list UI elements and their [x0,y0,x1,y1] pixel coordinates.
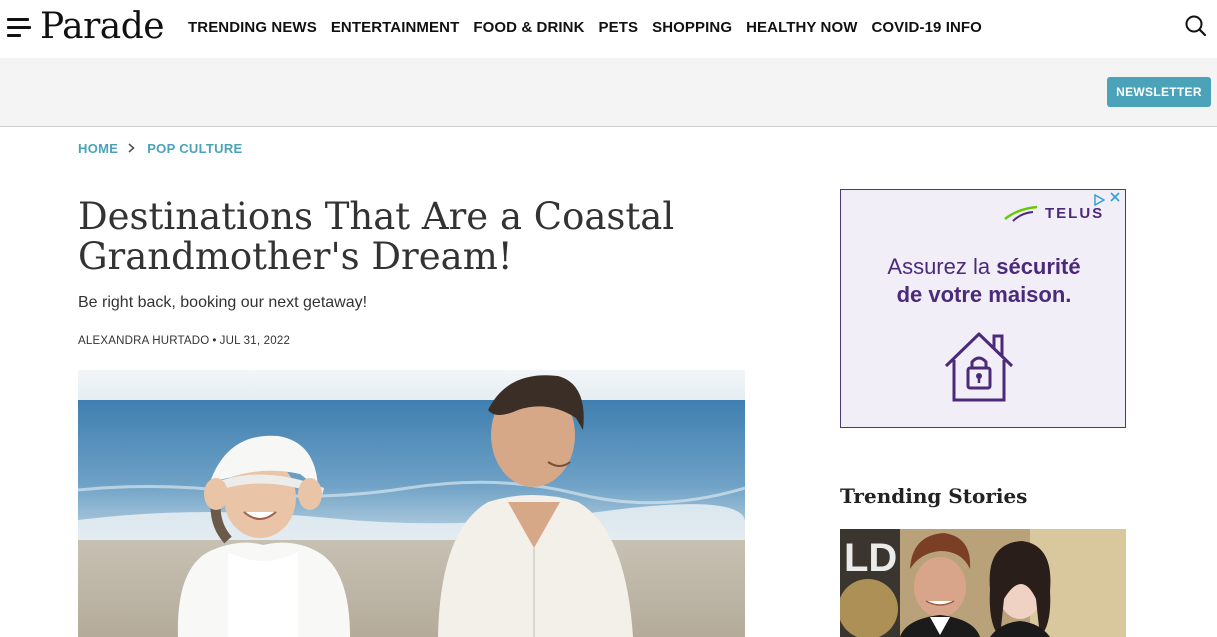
telus-logo-icon [1004,205,1038,222]
nav-item-entertainment[interactable]: ENTERTAINMENT [331,19,460,36]
top-navigation: Parade TRENDING NEWS ENTERTAINMENT FOOD … [0,0,1217,58]
article-title: Destinations That Are a Coastal Grandmot… [78,195,675,278]
ad-headline-bold: sécurité [996,254,1081,279]
breadcrumb-pop-culture[interactable]: POP CULTURE [147,141,242,156]
newsletter-band: NEWSLETTER [0,58,1217,127]
hero-image [78,370,745,637]
site-logo[interactable]: Parade [40,6,165,47]
nav-item-trending-news[interactable]: TRENDING NEWS [188,19,317,36]
trending-stories-heading: Trending Stories [840,484,1028,508]
nav-item-healthy-now[interactable]: HEALTHY NOW [746,19,857,36]
trending-story-image[interactable]: LD [840,529,1126,637]
nav-item-shopping[interactable]: SHOPPING [652,19,732,36]
nav-item-pets[interactable]: PETS [599,19,639,36]
ad-brand: TELUS [1003,203,1104,223]
article-subtitle: Be right back, booking our next getaway! [78,294,368,311]
nav-item-covid-info[interactable]: COVID-19 INFO [871,19,981,36]
search-icon[interactable] [1184,14,1208,38]
author-link[interactable]: ALEXANDRA HURTADO [78,335,209,347]
breadcrumb-home[interactable]: HOME [78,141,118,156]
menu-icon[interactable] [7,17,31,37]
main-nav: TRENDING NEWS ENTERTAINMENT FOOD & DRINK… [188,19,996,36]
close-icon[interactable] [1109,191,1121,206]
publish-date: JUL 31, 2022 [219,335,291,347]
ad-headline-plain: Assurez la [887,254,997,279]
svg-text:LD: LD [844,536,897,580]
newsletter-button[interactable]: NEWSLETTER [1107,77,1211,107]
ad-brand-name: TELUS [1045,204,1105,222]
ad-headline-line1: Assurez la sécurité [841,254,1127,280]
nav-item-food-drink[interactable]: FOOD & DRINK [473,19,584,36]
advertisement[interactable]: TELUS Assurez la sécurité de votre maiso… [840,189,1126,428]
ad-headline-line2: de votre maison. [896,282,1072,307]
article-byline: ALEXANDRA HURTADO • JUL 31, 2022 [78,335,291,347]
breadcrumb: HOME POP CULTURE [78,141,242,156]
chevron-right-icon [128,141,135,156]
house-lock-icon [942,328,1016,411]
